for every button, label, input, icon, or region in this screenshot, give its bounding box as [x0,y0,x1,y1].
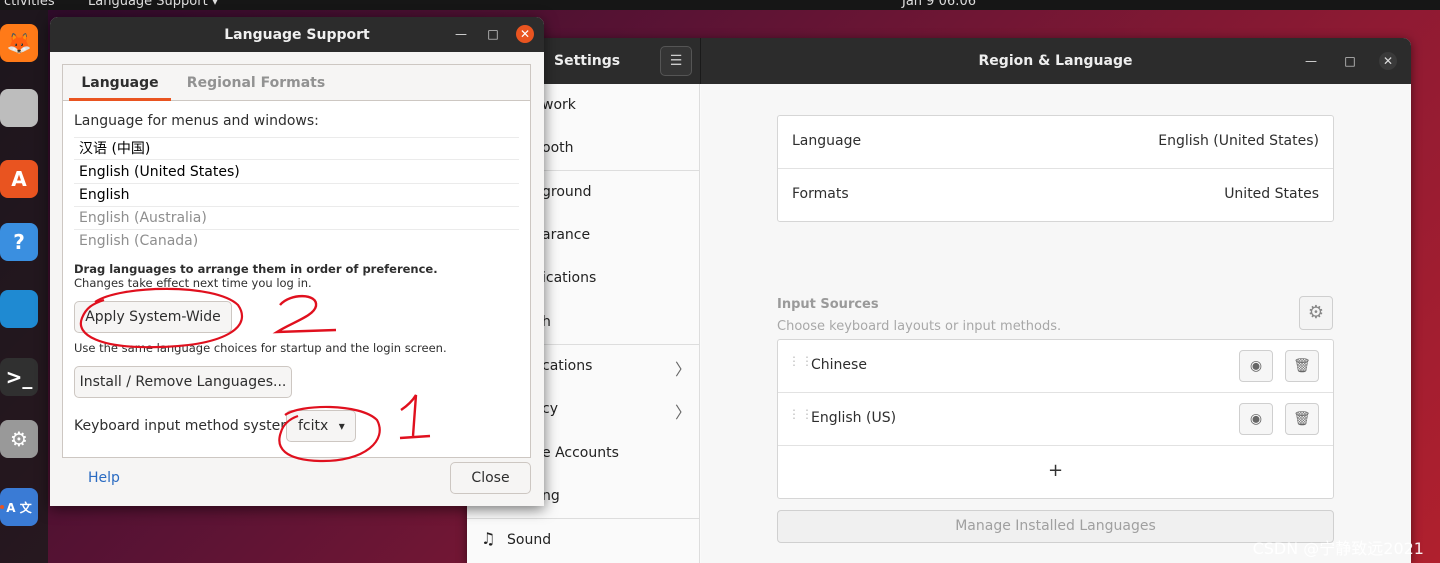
drag-handle-icon[interactable]: ⋮⋮ [788,355,813,374]
input-source-label: Chinese [811,357,867,373]
dock-help-icon[interactable]: ? [0,223,38,261]
apply-hint: Use the same language choices for startu… [74,341,447,355]
dock-vscode-icon[interactable] [0,290,38,328]
input-source-label: English (US) [811,410,897,426]
drag-hint: Drag languages to arrange them in order … [74,262,438,276]
settings-headerbar: Settings ☰ Region & Language — □ ✕ [467,38,1411,84]
chevron-right-icon: 〉 [675,403,692,422]
language-row[interactable]: Language English (United States) [778,116,1333,169]
tab-bar: Language Regional Formats [63,65,530,101]
input-sources-title: Input Sources [777,297,879,312]
chevron-down-icon: ▾ [338,419,345,433]
dock-firefox-icon[interactable]: 🦊 [0,24,38,62]
manage-installed-languages-button[interactable]: Manage Installed Languages [777,510,1334,543]
app-menu[interactable]: Language Support ▾ [88,0,218,9]
dock-files-icon[interactable] [0,89,38,127]
maximize-icon[interactable]: □ [484,25,502,43]
input-options-gear-icon[interactable]: ⚙ [1299,296,1333,330]
top-bar: ctivities Language Support ▾ Jan 9 06:06 [0,0,1440,10]
input-source-row[interactable]: ⋮⋮ Chinese ◉ 🗑 [778,340,1333,393]
list-item[interactable]: English (Canada) [74,230,519,249]
dock-software-icon[interactable]: A [0,160,38,198]
sidebar-item-label: Sound [507,532,552,548]
dock-terminal-icon[interactable]: >_ [0,358,38,396]
input-sources-card: ⋮⋮ Chinese ◉ 🗑 ⋮⋮ English (US) ◉ 🗑 + [777,339,1334,499]
input-method-select[interactable]: fcitx ▾ [286,410,356,442]
language-row-value: English (United States) [1158,133,1319,149]
install-remove-languages-button[interactable]: Install / Remove Languages... [74,366,292,398]
input-method-label: Keyboard input method system: [74,418,299,434]
sidebar-item-label: ground [542,184,592,200]
region-language-panel: Language English (United States) Formats… [701,84,1411,563]
clock[interactable]: Jan 9 06:06 [902,0,976,9]
dock-language-icon[interactable]: A 文 [0,488,38,526]
language-row-label: Language [792,133,862,149]
input-source-row[interactable]: ⋮⋮ English (US) ◉ 🗑 [778,393,1333,446]
sidebar-item-sound[interactable]: ♫ Sound [467,519,700,562]
activities-button[interactable]: ctivities [4,0,55,9]
formats-row-value: United States [1224,186,1319,202]
sidebar-item-label: ications [542,270,597,286]
apply-system-wide-button[interactable]: Apply System-Wide [74,301,232,333]
remove-trash-icon[interactable]: 🗑 [1285,350,1319,382]
preview-eye-icon[interactable]: ◉ [1239,350,1273,382]
csdn-watermark: CSDN @宁静致远2021 [1252,539,1424,558]
close-button[interactable]: Close [450,462,531,494]
dock: 🦊 A? >_ ⚙ A 文 [0,10,48,563]
language-notebook: Language Regional Formats Language for m… [62,64,531,458]
formats-row[interactable]: Formats United States [778,169,1333,222]
remove-trash-icon[interactable]: 🗑 [1285,403,1319,435]
sidebar-item-label: cations [542,358,593,374]
input-sources-subtitle: Choose keyboard layouts or input methods… [777,319,1062,334]
dock-settings-icon[interactable]: ⚙ [0,420,38,458]
sidebar-item-label: ooth [542,140,574,156]
add-plus-icon: + [1047,460,1064,481]
language-formats-card: Language English (United States) Formats… [777,115,1334,222]
sidebar-item-label: e Accounts [542,445,619,461]
input-method-value: fcitx [298,418,329,434]
close-icon[interactable]: ✕ [516,25,534,43]
sidebar-item-label: ng [542,488,560,504]
maximize-icon[interactable]: □ [1341,52,1359,70]
hamburger-menu-button[interactable]: ☰ [660,46,692,76]
effect-hint: Changes take effect next time you log in… [74,276,312,290]
running-indicator [0,505,4,509]
language-support-dialog: Language Support — □ ✕ Language Regional… [50,17,544,506]
formats-row-label: Formats [792,186,849,202]
minimize-icon[interactable]: — [452,25,470,43]
list-item[interactable]: English [74,184,519,207]
language-list[interactable]: 汉语 (中国) English (United States) English … [74,137,519,249]
list-item[interactable]: English (United States) [74,161,519,184]
chevron-right-icon: 〉 [675,360,692,379]
minimize-icon[interactable]: — [1302,52,1320,70]
language-list-label: Language for menus and windows: [74,113,319,129]
list-item[interactable]: English (Australia) [74,207,519,230]
add-input-source-row[interactable]: + [778,446,1333,499]
sidebar-item-label: cy [542,401,558,417]
tab-regional-formats[interactable]: Regional Formats [181,65,331,101]
list-item[interactable]: 汉语 (中国) [74,137,519,160]
help-button[interactable]: Help [88,470,120,486]
close-icon[interactable]: ✕ [1379,52,1397,70]
dialog-titlebar: Language Support — □ ✕ [50,17,544,52]
preview-eye-icon[interactable]: ◉ [1239,403,1273,435]
tab-language[interactable]: Language [69,65,171,101]
settings-window: Settings ☰ Region & Language — □ ✕ work … [467,38,1411,563]
settings-title: Settings [554,53,621,69]
sidebar-item-label: arance [542,227,591,243]
music-note-icon: ♫ [481,529,496,548]
sidebar-item-label: work [542,97,576,113]
drag-handle-icon[interactable]: ⋮⋮ [788,408,813,427]
